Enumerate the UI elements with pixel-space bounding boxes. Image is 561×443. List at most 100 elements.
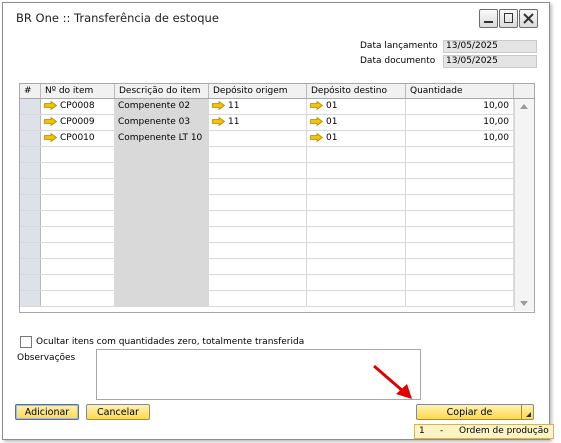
- row-header[interactable]: [20, 131, 41, 146]
- cell-origin[interactable]: [209, 211, 307, 226]
- grid-scrollbar[interactable]: [514, 99, 534, 311]
- cell-origin[interactable]: [209, 275, 307, 290]
- cell-item-number[interactable]: [41, 163, 115, 178]
- cell-item-number[interactable]: CP0008: [41, 99, 115, 114]
- cell-description[interactable]: Compenente LT 10: [115, 131, 209, 146]
- minimize-button[interactable]: [479, 9, 498, 28]
- table-row[interactable]: [20, 259, 514, 275]
- cell-quantity[interactable]: [406, 211, 514, 226]
- row-header[interactable]: [20, 179, 41, 194]
- table-row[interactable]: [20, 243, 514, 259]
- table-row[interactable]: [20, 211, 514, 227]
- cell-origin[interactable]: [209, 291, 307, 306]
- cell-origin[interactable]: 11: [209, 99, 307, 114]
- cell-description[interactable]: [115, 275, 209, 290]
- cell-quantity[interactable]: [406, 291, 514, 306]
- table-row[interactable]: [20, 147, 514, 163]
- cell-description[interactable]: Compenente 03: [115, 115, 209, 130]
- copy-from-dropdown-button[interactable]: [521, 404, 534, 420]
- cell-destination[interactable]: [307, 211, 406, 226]
- cell-destination[interactable]: [307, 275, 406, 290]
- link-arrow-icon[interactable]: [44, 117, 57, 126]
- link-arrow-icon[interactable]: [212, 117, 225, 126]
- table-row[interactable]: CP0008 Compenente 02 11 01 10,00: [20, 99, 514, 115]
- row-header[interactable]: [20, 99, 41, 114]
- cell-destination[interactable]: [307, 291, 406, 306]
- cell-description[interactable]: [115, 163, 209, 178]
- cell-quantity[interactable]: 10,00: [406, 99, 514, 114]
- cell-destination[interactable]: [307, 147, 406, 162]
- cell-origin[interactable]: [209, 259, 307, 274]
- cell-quantity[interactable]: [406, 147, 514, 162]
- link-arrow-icon[interactable]: [310, 117, 323, 126]
- cell-description[interactable]: Compenente 02: [115, 99, 209, 114]
- cell-destination[interactable]: 01: [307, 115, 406, 130]
- cell-description[interactable]: [115, 243, 209, 258]
- cell-quantity[interactable]: 10,00: [406, 131, 514, 146]
- col-header-origin[interactable]: Depósito origem: [209, 84, 307, 98]
- cell-origin[interactable]: [209, 179, 307, 194]
- row-header[interactable]: [20, 115, 41, 130]
- cell-description[interactable]: [115, 147, 209, 162]
- cell-origin[interactable]: [209, 163, 307, 178]
- row-header[interactable]: [20, 195, 41, 210]
- cell-quantity[interactable]: [406, 275, 514, 290]
- cell-description[interactable]: [115, 179, 209, 194]
- cell-quantity[interactable]: [406, 227, 514, 242]
- cell-item-number[interactable]: [41, 211, 115, 226]
- cell-origin[interactable]: [209, 243, 307, 258]
- cell-description[interactable]: [115, 259, 209, 274]
- col-header-description[interactable]: Descrição do item: [115, 84, 209, 98]
- cell-item-number[interactable]: [41, 227, 115, 242]
- maximize-button[interactable]: [499, 9, 518, 28]
- copy-from-button[interactable]: Copiar de: [416, 404, 522, 420]
- row-header[interactable]: [20, 211, 41, 226]
- link-arrow-icon[interactable]: [44, 101, 57, 110]
- cell-quantity[interactable]: 10,00: [406, 115, 514, 130]
- cell-origin[interactable]: [209, 195, 307, 210]
- cell-origin[interactable]: [209, 147, 307, 162]
- cell-destination[interactable]: 01: [307, 131, 406, 146]
- row-header[interactable]: [20, 227, 41, 242]
- cell-destination[interactable]: [307, 243, 406, 258]
- cell-item-number[interactable]: [41, 147, 115, 162]
- link-arrow-icon[interactable]: [212, 101, 225, 110]
- cell-origin[interactable]: 11: [209, 115, 307, 130]
- row-header[interactable]: [20, 291, 41, 306]
- row-header[interactable]: [20, 275, 41, 290]
- cell-origin[interactable]: [209, 227, 307, 242]
- hide-zero-checkbox[interactable]: [20, 336, 32, 348]
- cell-item-number[interactable]: CP0010: [41, 131, 115, 146]
- row-header[interactable]: [20, 259, 41, 274]
- cell-destination[interactable]: [307, 195, 406, 210]
- cell-item-number[interactable]: [41, 243, 115, 258]
- cell-item-number[interactable]: [41, 179, 115, 194]
- cell-description[interactable]: [115, 227, 209, 242]
- table-row[interactable]: CP0010 Compenente LT 10 01 10,00: [20, 131, 514, 147]
- cell-destination[interactable]: [307, 163, 406, 178]
- table-row[interactable]: [20, 275, 514, 291]
- link-arrow-icon[interactable]: [310, 133, 323, 142]
- cell-item-number[interactable]: [41, 195, 115, 210]
- col-header-destination[interactable]: Depósito destino: [307, 84, 406, 98]
- table-row[interactable]: [20, 195, 514, 211]
- table-row[interactable]: [20, 179, 514, 195]
- cell-quantity[interactable]: [406, 243, 514, 258]
- link-arrow-icon[interactable]: [310, 101, 323, 110]
- cell-quantity[interactable]: [406, 179, 514, 194]
- cell-description[interactable]: [115, 211, 209, 226]
- document-date-field[interactable]: 13/05/2025: [443, 55, 537, 68]
- cell-quantity[interactable]: [406, 195, 514, 210]
- cell-item-number[interactable]: [41, 291, 115, 306]
- cell-destination[interactable]: [307, 227, 406, 242]
- cell-destination[interactable]: 01: [307, 99, 406, 114]
- link-arrow-icon[interactable]: [44, 133, 57, 142]
- cell-item-number[interactable]: [41, 259, 115, 274]
- close-button[interactable]: [519, 9, 538, 28]
- col-header-number[interactable]: #: [20, 84, 41, 98]
- cell-quantity[interactable]: [406, 259, 514, 274]
- cell-origin[interactable]: [209, 131, 307, 146]
- cancel-button[interactable]: Cancelar: [86, 404, 150, 420]
- cell-quantity[interactable]: [406, 163, 514, 178]
- row-header[interactable]: [20, 147, 41, 162]
